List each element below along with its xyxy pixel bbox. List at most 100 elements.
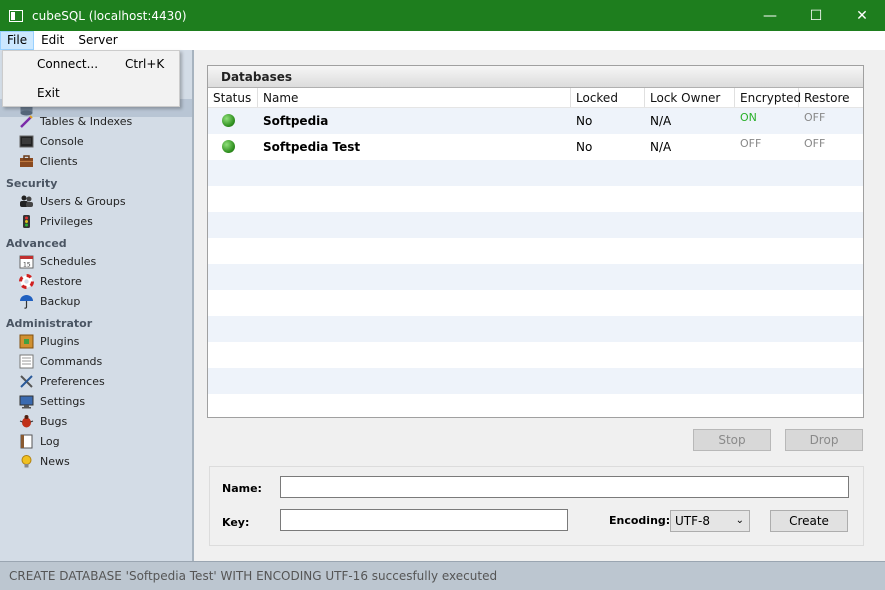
chevron-down-icon: ⌄ (735, 515, 744, 526)
sidebar-item-console[interactable]: Console (19, 132, 84, 150)
status-cell (208, 134, 258, 160)
menu-item-connect[interactable]: Connect... Ctrl+K (3, 53, 179, 75)
plugin-icon (19, 334, 34, 349)
table-row-empty (208, 212, 863, 238)
locked-value: No (576, 140, 593, 154)
table-row[interactable]: Softpedia No N/A ON OFF (208, 108, 863, 134)
encoding-select[interactable]: UTF-8 ⌄ (670, 510, 750, 532)
sidebar-item-label: Plugins (40, 334, 80, 348)
sidebar-item-label: Schedules (40, 254, 97, 268)
sidebar-item-tables[interactable]: Tables & Indexes (19, 112, 132, 130)
drop-button[interactable]: Drop (785, 429, 863, 451)
sidebar-item-commands[interactable]: Commands (19, 352, 102, 370)
sidebar-item-label: Console (40, 134, 84, 148)
sidebar-item-label: Backup (40, 294, 81, 308)
console-icon (19, 134, 34, 149)
column-status[interactable]: Status (208, 88, 258, 107)
encoding-selected-value: UTF-8 (675, 514, 710, 528)
key-input[interactable] (280, 509, 568, 531)
status-cell (208, 108, 258, 134)
status-online-icon (222, 114, 235, 127)
encrypted-value: OFF (740, 137, 762, 150)
create-button[interactable]: Create (770, 510, 848, 532)
column-locked[interactable]: Locked (571, 88, 645, 107)
table-row[interactable]: Softpedia Test No N/A OFF OFF (208, 134, 863, 160)
sidebar-item-bugs[interactable]: Bugs (19, 412, 67, 430)
monitor-icon (19, 394, 34, 409)
table-row-empty (208, 368, 863, 394)
tools-icon (19, 374, 34, 389)
umbrella-icon (19, 294, 34, 309)
sidebar-item-label: Commands (40, 354, 103, 368)
database-name: Softpedia (263, 114, 329, 128)
traffic-light-icon (19, 214, 34, 229)
sidebar-item-log[interactable]: Log (19, 432, 60, 450)
sidebar-item-privileges[interactable]: Privileges (19, 212, 93, 230)
sidebar-item-label: Preferences (40, 374, 105, 388)
table-row-empty (208, 238, 863, 264)
lightbulb-icon (19, 454, 34, 469)
sidebar-item-settings[interactable]: Settings (19, 392, 85, 410)
menu-item-label: Exit (37, 86, 60, 100)
databases-panel-title: Databases (208, 66, 863, 88)
sidebar-item-label: News (40, 454, 70, 468)
sidebar-item-clients[interactable]: Clients (19, 152, 78, 170)
menu-item-exit[interactable]: Exit (3, 82, 179, 104)
sidebar-item-label: Tables & Indexes (40, 114, 133, 128)
sidebar-section-advanced: Advanced (6, 237, 67, 250)
sidebar-item-label: Privileges (40, 214, 93, 228)
sidebar-item-restore[interactable]: Restore (19, 272, 82, 290)
notebook-icon (19, 434, 34, 449)
lock-owner-value: N/A (650, 114, 672, 128)
menu-item-label: Connect... (37, 57, 99, 71)
maximize-button[interactable]: ☐ (793, 0, 839, 31)
sidebar-item-backup[interactable]: Backup (19, 292, 80, 310)
sidebar-section-security: Security (6, 177, 58, 190)
bug-icon (19, 414, 34, 429)
sidebar-item-label: Restore (40, 274, 82, 288)
locked-value: No (576, 114, 593, 128)
sidebar-item-schedules[interactable]: 15 Schedules (19, 252, 96, 270)
minimize-button[interactable]: — (747, 0, 793, 31)
table-row-empty (208, 290, 863, 316)
menu-edit[interactable]: Edit (34, 31, 71, 50)
table-row-empty (208, 342, 863, 368)
sidebar-item-plugins[interactable]: Plugins (19, 332, 79, 350)
column-restore[interactable]: Restore (799, 88, 863, 107)
users-icon (19, 194, 34, 209)
column-encrypted[interactable]: Encrypted (735, 88, 801, 107)
app-icon (9, 9, 23, 22)
status-online-icon (222, 140, 235, 153)
window-title: cubeSQL (localhost:4430) (32, 8, 187, 23)
file-menu-dropdown: Connect... Ctrl+K Exit (2, 50, 180, 107)
menu-item-shortcut: Ctrl+K (125, 57, 165, 71)
sidebar-item-label: Clients (40, 154, 78, 168)
close-button[interactable]: ✕ (839, 0, 885, 31)
column-lock-owner[interactable]: Lock Owner (645, 88, 735, 107)
sidebar-item-label: Users & Groups (40, 194, 126, 208)
menu-server[interactable]: Server (71, 31, 124, 50)
encoding-label: Encoding: (609, 514, 671, 527)
name-input[interactable] (280, 476, 849, 498)
table-header: Status Name Locked Lock Owner Encrypted … (208, 88, 863, 108)
stop-button[interactable]: Stop (693, 429, 771, 451)
database-name: Softpedia Test (263, 140, 361, 154)
menu-file[interactable]: File (0, 31, 35, 50)
title-bar: cubeSQL (localhost:4430) — ☐ ✕ (0, 0, 885, 31)
sidebar-item-label: Log (40, 434, 60, 448)
sidebar-item-users-groups[interactable]: Users & Groups (19, 192, 126, 210)
lock-owner-value: N/A (650, 140, 672, 154)
calendar-icon: 15 (19, 254, 34, 269)
name-label: Name: (222, 482, 262, 495)
briefcase-icon (19, 154, 34, 169)
encrypted-value: ON (740, 111, 757, 124)
restore-value: OFF (804, 137, 826, 150)
column-name[interactable]: Name (258, 88, 571, 107)
sidebar-item-preferences[interactable]: Preferences (19, 372, 105, 390)
sidebar-item-news[interactable]: News (19, 452, 70, 470)
sidebar-item-label: Bugs (40, 414, 68, 428)
table-row-empty (208, 264, 863, 290)
status-bar: CREATE DATABASE 'Softpedia Test' WITH EN… (0, 561, 885, 590)
list-icon (19, 354, 34, 369)
restore-value: OFF (804, 111, 826, 124)
